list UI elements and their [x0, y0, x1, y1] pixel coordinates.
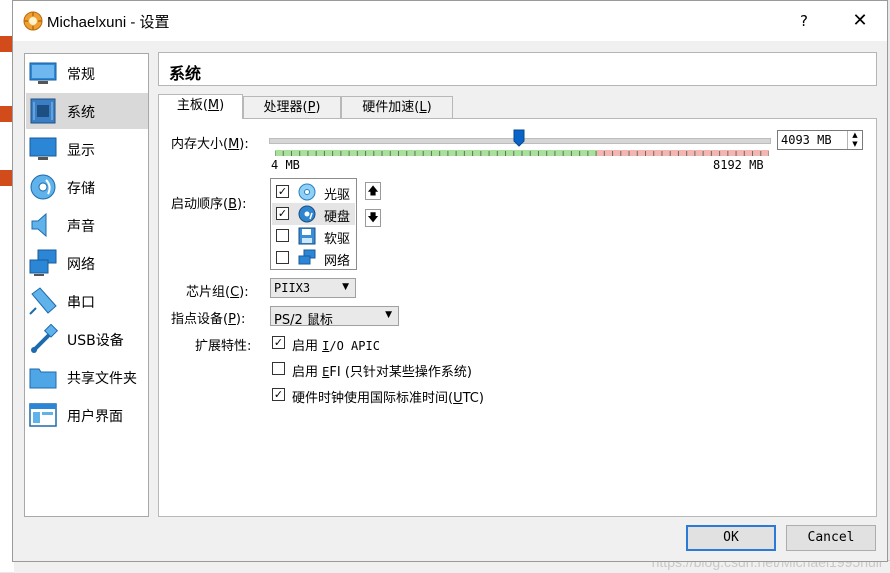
pointing-device-select[interactable]: PS/2 鼠标 ▼ — [270, 306, 399, 328]
extended-features-label: 扩展特性: — [195, 339, 252, 354]
sidebar-item-network[interactable]: 网络 — [26, 245, 148, 281]
shared-folder-icon — [29, 368, 57, 389]
sidebar-item-label: USB设备 — [67, 333, 124, 349]
tab-motherboard[interactable]: 主板(M) — [158, 94, 243, 119]
pointing-device-label: 指点设备(P): — [171, 312, 246, 327]
boot-checkbox[interactable]: ✓ — [276, 207, 289, 220]
move-down-button[interactable]: 🡇 — [365, 209, 381, 227]
hard-disk-icon — [298, 205, 316, 223]
chevron-down-icon: ▼ — [385, 310, 392, 320]
sidebar-item-label: 共享文件夹 — [67, 371, 137, 387]
boot-order-list[interactable]: ✓ 光驱 ✓ 硬盘 软驱 网络 — [270, 178, 357, 270]
chipset-label: 芯片组(C): — [186, 285, 249, 300]
page-title: 系统 — [169, 64, 202, 83]
title-bar: Michaelxuni - 设置 ? ✕ — [13, 1, 887, 41]
cancel-button[interactable]: Cancel — [786, 525, 876, 551]
tab-acceleration[interactable]: 硬件加速(L) — [341, 96, 453, 118]
boot-item-hard-disk[interactable]: ✓ 硬盘 — [272, 203, 355, 225]
sidebar-item-label: 存储 — [67, 181, 95, 197]
io-apic-label: 启用 I/O APIC — [292, 339, 380, 354]
boot-order-label: 启动顺序(B): — [171, 197, 247, 212]
sidebar-item-label: 声音 — [67, 219, 95, 235]
system-icon — [30, 98, 56, 124]
sidebar-item-serial-port[interactable]: 串口 — [26, 283, 148, 319]
memory-min-label: 4 MB — [271, 158, 300, 172]
floppy-icon — [298, 227, 316, 245]
optical-drive-icon — [298, 183, 316, 201]
settings-dialog: Michaelxuni - 设置 ? ✕ 常规 系统 显示 存储 声音 网络 串… — [12, 0, 888, 562]
memory-value: 4093 MB — [781, 133, 832, 147]
sidebar-item-label: 用户界面 — [67, 409, 123, 425]
sidebar-item-label: 系统 — [67, 105, 95, 121]
sidebar-item-user-interface[interactable]: 用户界面 — [26, 397, 148, 433]
motherboard-panel — [158, 118, 877, 517]
chipset-select[interactable]: PIIX3 ▼ — [270, 278, 356, 298]
window-title: Michaelxuni - 设置 — [47, 14, 170, 31]
memory-max-label: 8192 MB — [713, 158, 764, 172]
efi-label: 启用 EFI (只针对某些操作系统) — [292, 365, 472, 380]
memory-spin-buttons[interactable]: ▲ ▼ — [847, 131, 862, 149]
boot-checkbox[interactable] — [276, 229, 289, 242]
network-boot-icon — [298, 249, 316, 265]
memory-label: 内存大小(M): — [171, 137, 249, 152]
sidebar-item-general[interactable]: 常规 — [26, 55, 148, 91]
sidebar-item-audio[interactable]: 声音 — [26, 207, 148, 243]
help-button[interactable]: ? — [793, 10, 815, 32]
chevron-down-icon: ▼ — [342, 282, 349, 292]
sidebar-item-label: 网络 — [67, 257, 95, 273]
section-header: 系统 — [158, 52, 877, 86]
move-up-button[interactable]: 🡅 — [365, 182, 381, 200]
general-icon — [29, 62, 57, 84]
utc-clock-checkbox[interactable]: ✓ — [272, 388, 285, 401]
settings-sidebar: 常规 系统 显示 存储 声音 网络 串口 USB设备 共享文件夹 用户界面 — [24, 53, 149, 517]
sidebar-item-shared-folders[interactable]: 共享文件夹 — [26, 359, 148, 395]
efi-checkbox[interactable] — [272, 362, 285, 375]
sidebar-item-display[interactable]: 显示 — [26, 131, 148, 167]
display-icon — [29, 137, 57, 160]
ok-button[interactable]: OK — [686, 525, 776, 551]
user-interface-icon — [29, 403, 57, 427]
boot-item-optical[interactable]: ✓ 光驱 — [272, 181, 355, 203]
sidebar-item-usb[interactable]: USB设备 — [26, 321, 148, 357]
audio-icon — [31, 212, 47, 238]
boot-item-network[interactable]: 网络 — [272, 247, 355, 269]
utc-clock-label: 硬件时钟使用国际标准时间(UTC) — [292, 391, 484, 406]
sidebar-item-label: 串口 — [67, 295, 95, 311]
boot-checkbox[interactable] — [276, 251, 289, 264]
usb-icon — [31, 324, 58, 353]
network-icon — [29, 249, 57, 276]
boot-item-floppy[interactable]: 软驱 — [272, 225, 355, 247]
io-apic-checkbox[interactable]: ✓ — [272, 336, 285, 349]
close-button[interactable]: ✕ — [849, 10, 871, 32]
sidebar-item-label: 常规 — [67, 67, 95, 83]
storage-icon — [30, 174, 56, 200]
sidebar-item-storage[interactable]: 存储 — [26, 169, 148, 205]
sidebar-item-system[interactable]: 系统 — [26, 93, 148, 129]
virtualbox-app-icon — [23, 11, 43, 31]
sidebar-item-label: 显示 — [67, 143, 95, 159]
memory-spinbox[interactable]: 4093 MB ▲ ▼ — [777, 130, 863, 150]
boot-checkbox[interactable]: ✓ — [276, 185, 289, 198]
memory-slider-scale — [275, 150, 769, 156]
memory-slider-thumb[interactable] — [513, 129, 525, 147]
serial-port-icon — [29, 287, 57, 315]
tab-processor[interactable]: 处理器(P) — [243, 96, 341, 118]
